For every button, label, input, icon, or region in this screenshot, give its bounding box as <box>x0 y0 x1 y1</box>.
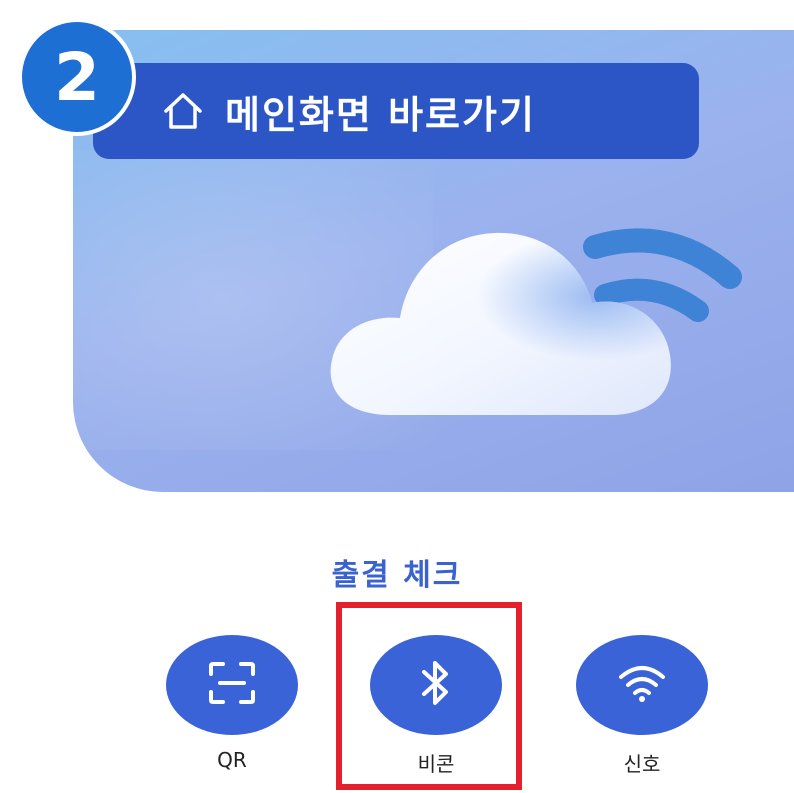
home-icon <box>161 89 205 133</box>
qr-check-label: QR <box>217 748 247 772</box>
signal-check-label: 신호 <box>623 752 661 776</box>
main-screen-shortcut-label: 메인화면 바로가기 <box>225 92 536 137</box>
qr-scan-icon <box>207 660 257 710</box>
signal-check-button[interactable] <box>576 635 708 735</box>
qr-check-button[interactable] <box>166 635 298 735</box>
beacon-check-label: 비콘 <box>417 752 455 776</box>
attendance-check-title: 출결 체크 <box>331 558 463 593</box>
step-number-badge: 2 <box>18 18 136 136</box>
app-screen: 2 메인화면 바로가기 출결 체크 QR 비콘 신호 <box>0 0 794 793</box>
main-screen-shortcut-button[interactable]: 메인화면 바로가기 <box>93 63 699 159</box>
beacon-check-button[interactable] <box>370 635 502 735</box>
bluetooth-icon <box>416 658 456 712</box>
cloud-signal-icon <box>320 215 760 449</box>
wifi-icon <box>617 662 667 708</box>
step-number: 2 <box>54 38 100 116</box>
